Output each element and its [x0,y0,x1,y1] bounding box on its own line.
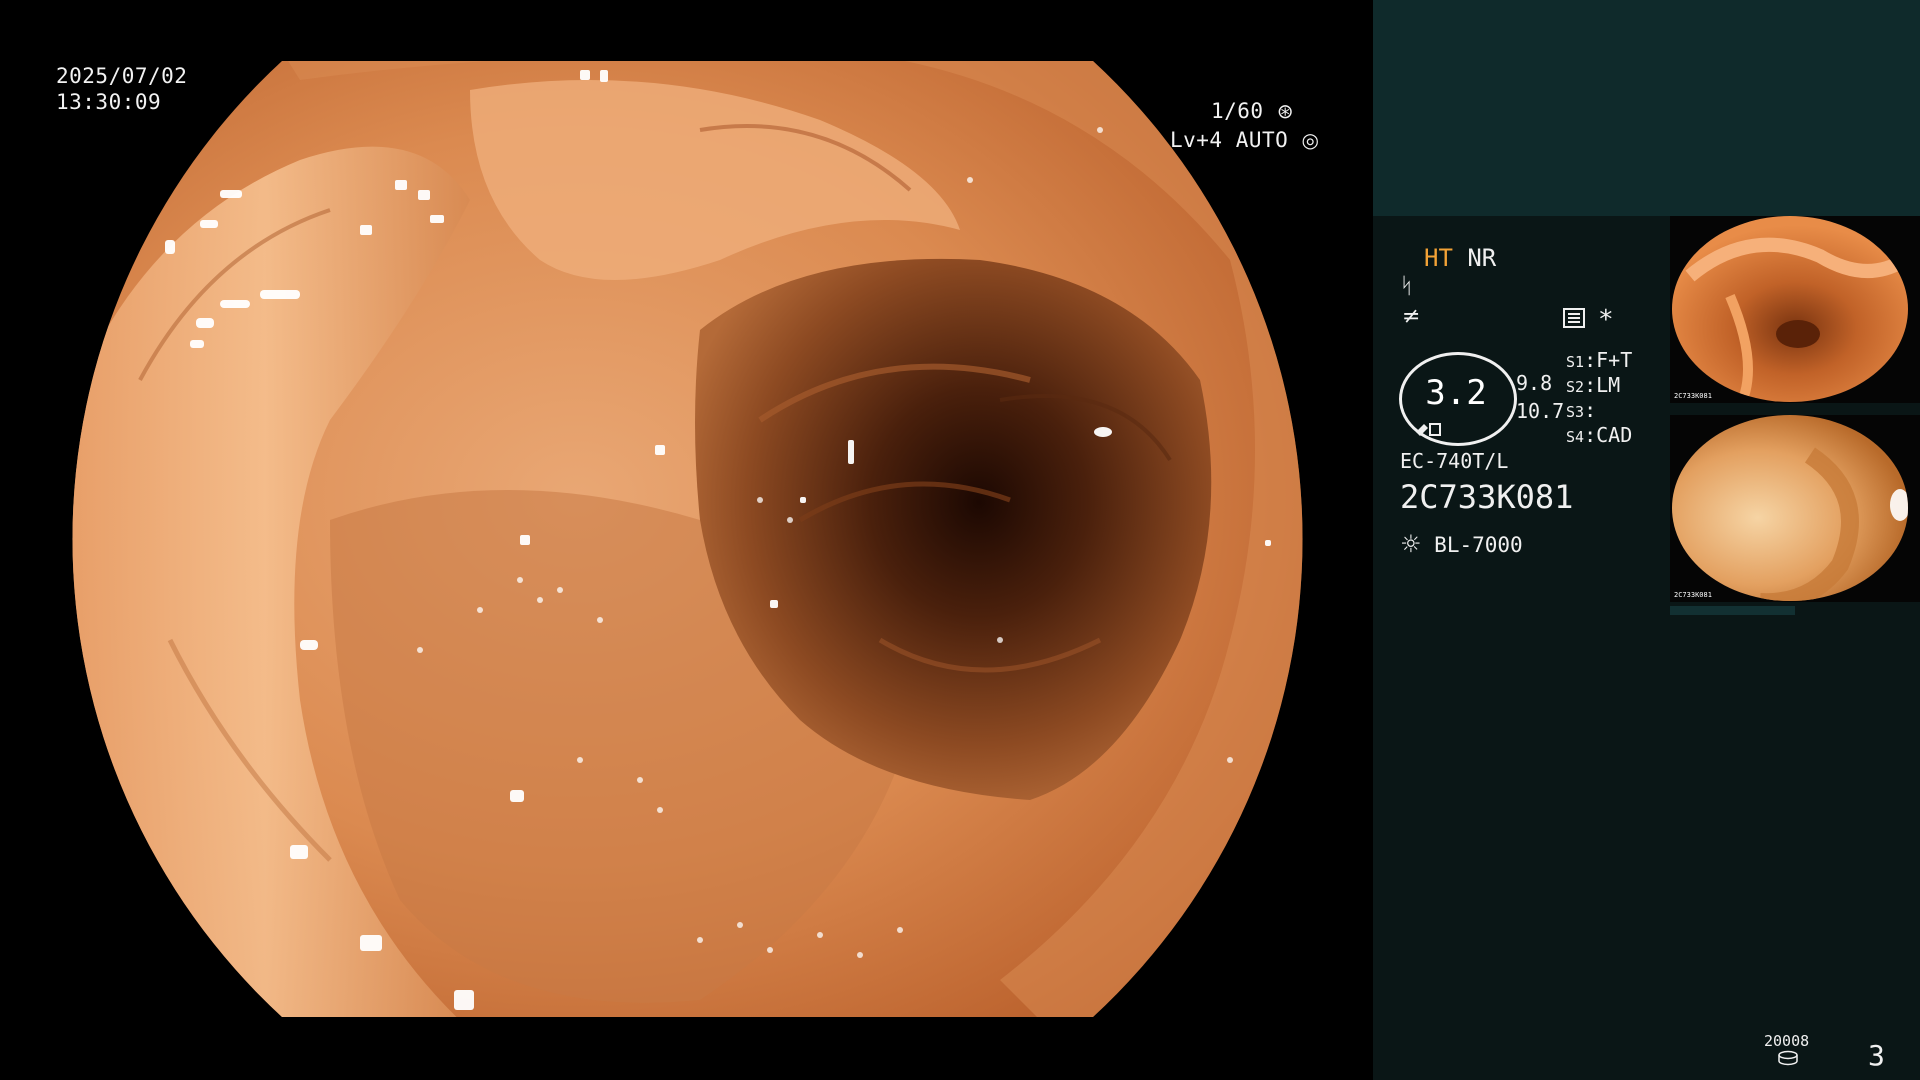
light-source-icon: ☼ [1400,530,1422,558]
iris-mode: AUTO [1235,128,1289,152]
switch-s3: S3: [1566,398,1597,422]
magnification-icon [1414,420,1444,436]
color-enhance-icon: ≠ [1402,304,1421,329]
thumbnail-2-caption: 2C733K081 [1674,591,1712,599]
switch-s4: S4:CAD [1566,423,1633,447]
endoscopic-image [72,61,1303,1017]
thumbnail-2[interactable]: 2C733K081 [1670,415,1920,602]
ht-indicator: HT [1424,244,1453,272]
nr-indicator: NR [1467,244,1497,272]
thumbnail-selection-bar [1670,606,1795,615]
panel-header-area [1373,0,1920,216]
scope-model: EC-740T/L [1400,449,1509,473]
exam-time: 13:30:09 [56,90,162,114]
scope-serial: 2C733K081 [1400,478,1574,516]
exam-date: 2025/07/02 [56,64,188,88]
brightness-level: Lv+4 [1170,128,1223,152]
zoom-value: 3.2 [1425,373,1487,413]
storage-count: 20008 [1764,1032,1810,1050]
thumbnail-1-caption: 2C733K081 [1674,392,1712,400]
endoscope-view: 2025/07/02 13:30:09 1/60 ⊛ Lv+4 AUTO ◎ [0,0,1373,1080]
shutter-speed: 1/60 [1211,99,1264,123]
aperture-icon: ⊛ [1276,99,1294,123]
storage-disk-icon [1777,1050,1799,1066]
readout-2: 10.7 [1516,399,1565,423]
thumbnail-1[interactable]: 2C733K081 [1670,216,1920,403]
light-source: BL-7000 [1434,533,1523,557]
page-number: 3 [1868,1039,1885,1072]
settings-panel-icon [1563,308,1585,328]
readout-1: 9.8 [1516,371,1553,395]
asterisk-marker: * [1598,305,1614,335]
iris-icon: ◎ [1301,128,1320,152]
structure-enhance-icon: ᛋ [1400,274,1414,299]
switch-s1: S1:F+T [1566,348,1633,372]
switch-s2: S2:LM [1566,373,1621,397]
